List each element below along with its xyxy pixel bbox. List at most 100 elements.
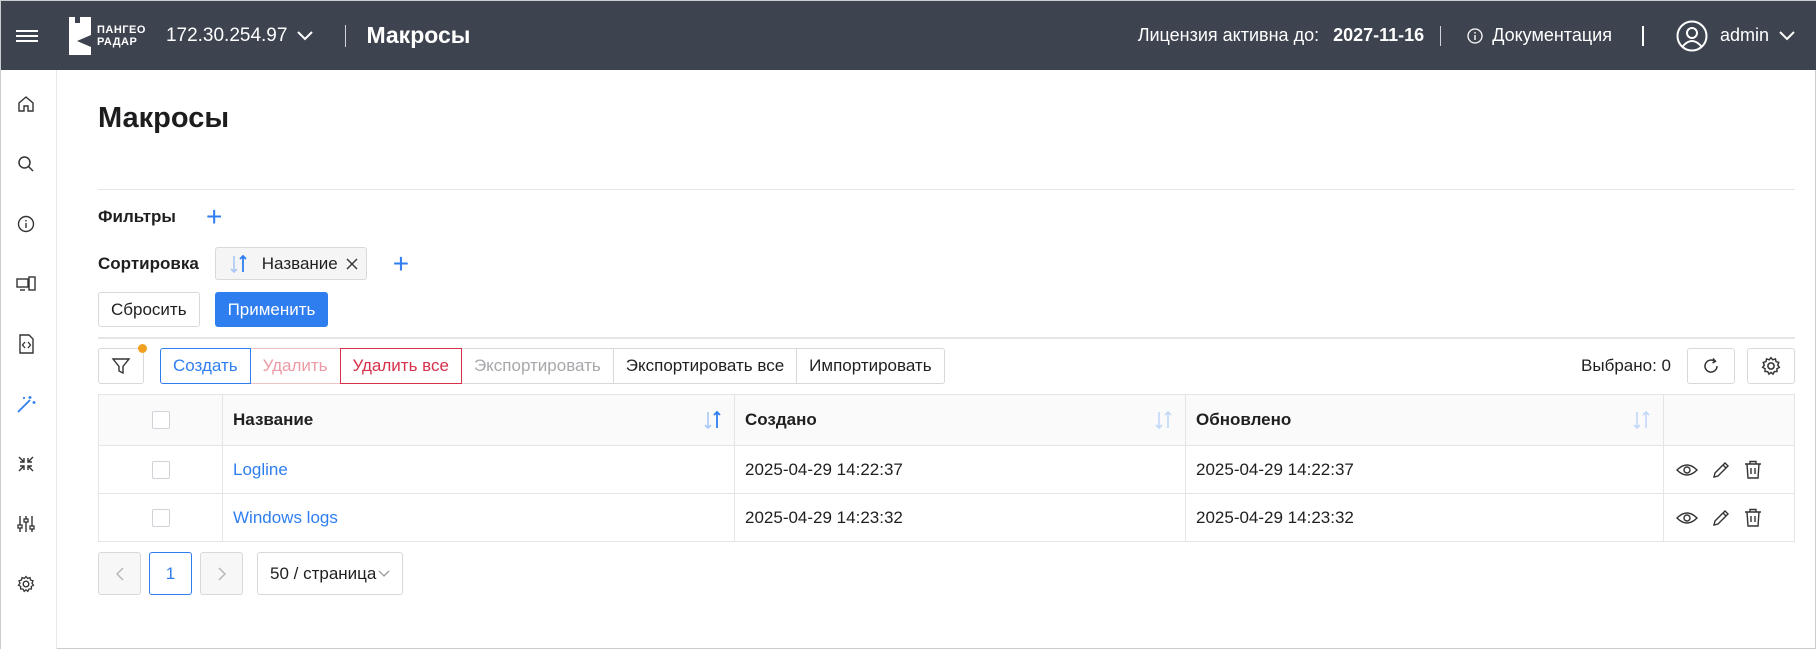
row-checkbox[interactable] [151,508,170,527]
page-size-select[interactable]: 50 / страница [257,552,404,595]
chevron-left-icon [115,566,124,581]
sort-tag[interactable]: Название [214,247,367,280]
sort-icon[interactable] [1153,409,1175,431]
shield-logo-icon [69,16,91,55]
app-title: Макросы [366,22,471,48]
gear-icon [1761,356,1781,376]
row-checkbox[interactable] [151,460,170,479]
import-button[interactable]: Импортировать [796,348,945,384]
actions-cell [1663,493,1795,542]
actions-cell [1663,445,1795,494]
delete-all-button[interactable]: Удалить все [339,348,462,384]
eye-icon[interactable] [1676,462,1698,478]
updated-cell: 2025-04-29 14:23:32 [1185,493,1664,542]
sort-row: Сортировка Название + [98,247,409,280]
magic-wand-icon[interactable] [14,392,38,416]
pencil-icon[interactable] [1712,509,1730,527]
reset-button[interactable]: Сбросить [98,292,200,327]
refresh-button[interactable] [1687,348,1735,384]
apply-button[interactable]: Применить [214,292,329,327]
macro-name-link[interactable]: Logline [233,460,288,479]
sidebar [1,70,57,649]
export-button[interactable]: Экспортировать [460,348,614,384]
collapse-icon[interactable] [14,452,38,476]
pagination: 1 50 / страница [98,552,404,595]
name-cell: Windows logs [222,493,735,542]
sliders-icon[interactable] [14,512,38,536]
column-label: Создано [745,410,817,429]
table-toolbar: Создать Удалить Удалить все Экспортирова… [98,344,1795,384]
page-size-label: 50 / страница [270,563,377,583]
table-header-row: Название Создано Обновлено [98,394,1795,446]
select-cell [98,445,223,494]
actions-header [1663,394,1795,446]
column-header-created[interactable]: Создано [734,394,1186,446]
sort-ascending-icon[interactable] [702,409,724,431]
create-button[interactable]: Создать [160,348,251,384]
divider [345,24,347,47]
logo-line2: РАДАР [97,35,138,48]
funnel-icon [111,358,131,375]
divider [98,189,1795,190]
search-icon[interactable] [14,152,38,176]
macros-table: Название Создано Обновлено Logline 2025-… [98,394,1795,542]
filter-toggle-button[interactable] [98,344,147,384]
documentation-label: Документация [1492,25,1612,45]
trash-icon[interactable] [1744,460,1762,479]
trash-icon[interactable] [1744,508,1762,527]
active-filter-badge [138,344,147,353]
documentation-link[interactable]: Документация [1467,25,1612,46]
pencil-icon[interactable] [1712,461,1730,479]
sort-tag-label: Название [261,253,338,273]
divider [1641,25,1644,46]
sort-ascending-icon [230,254,247,273]
home-icon[interactable] [14,92,38,116]
chevron-down-icon [1779,30,1795,40]
eye-icon[interactable] [1676,510,1698,526]
column-header-updated[interactable]: Обновлено [1185,394,1664,446]
user-menu[interactable]: admin [1676,20,1795,52]
devices-icon[interactable] [14,272,38,296]
chevron-right-icon [217,566,226,581]
action-button-group: Создать Удалить Удалить все Экспортирова… [160,348,945,384]
divider [98,337,1795,339]
created-cell: 2025-04-29 14:22:37 [734,445,1186,494]
refresh-icon [1704,358,1718,373]
close-icon[interactable] [346,258,358,270]
logo[interactable]: ПАНГЕО РАДАР [67,16,146,55]
sort-label: Сортировка [98,253,199,273]
delete-button[interactable]: Удалить [249,348,341,384]
select-cell [98,493,223,542]
column-label: Обновлено [1196,410,1292,429]
host-label: 172.30.254.97 [165,24,288,46]
code-file-icon[interactable] [14,332,38,356]
select-all-checkbox[interactable] [151,411,170,429]
column-header-name[interactable]: Название [222,394,735,446]
user-avatar-icon [1676,20,1708,51]
macro-name-link[interactable]: Windows logs [233,508,338,527]
gear-icon[interactable] [14,572,38,596]
next-page-button[interactable] [200,552,243,595]
license-label: Лицензия активна до: [1137,25,1320,45]
filters-row: Фильтры + [98,203,222,231]
host-selector[interactable]: 172.30.254.97 [166,25,314,47]
top-bar: ПАНГЕО РАДАР 172.30.254.97 Макросы Лицен… [1,1,1816,70]
divider [1440,25,1442,46]
page-number-button[interactable]: 1 [149,552,192,595]
table-row: Logline 2025-04-29 14:22:37 2025-04-29 1… [98,445,1795,494]
table-settings-button[interactable] [1747,348,1795,384]
menu-icon[interactable] [1,1,53,70]
column-label: Название [233,410,314,429]
table-row: Windows logs 2025-04-29 14:23:32 2025-04… [98,493,1795,542]
export-all-button[interactable]: Экспортировать все [612,348,798,384]
filters-label: Фильтры [98,207,176,226]
info-icon[interactable] [14,212,38,236]
add-filter-icon[interactable]: + [206,203,222,231]
info-icon [1467,27,1483,44]
updated-cell: 2025-04-29 14:22:37 [1185,445,1664,494]
add-sort-icon[interactable]: + [393,249,409,277]
logo-line1: ПАНГЕО [97,23,146,36]
sort-icon[interactable] [1631,409,1653,431]
name-cell: Logline [222,445,735,494]
prev-page-button[interactable] [98,552,141,595]
